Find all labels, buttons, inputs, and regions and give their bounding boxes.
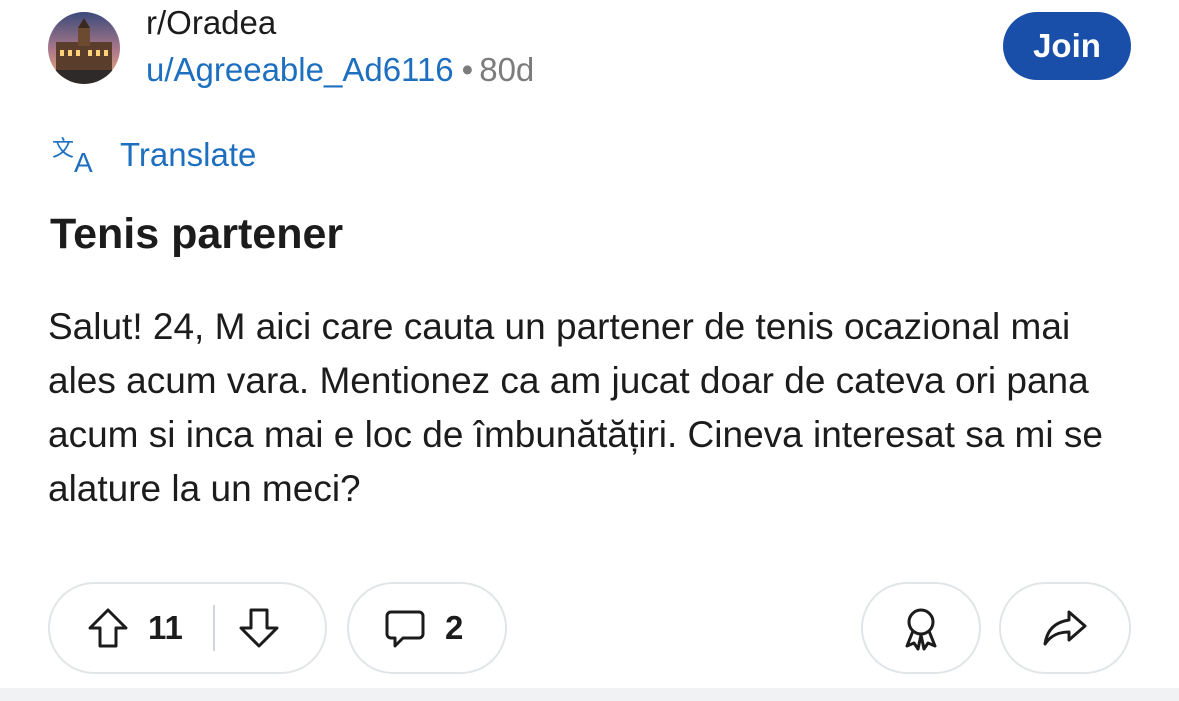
post-body: Salut! 24, M aici care cauta un partener…: [48, 306, 1103, 509]
vote-count: 11: [148, 609, 183, 646]
subreddit-name[interactable]: r/Oradea: [146, 3, 276, 43]
subreddit-avatar[interactable]: [48, 12, 120, 84]
author-link[interactable]: u/Agreeable_Ad6116: [146, 51, 454, 88]
join-button[interactable]: Join: [1003, 12, 1131, 80]
translate-label: Translate: [120, 136, 257, 173]
share-icon: [1041, 604, 1089, 652]
svg-text:文: 文: [52, 137, 74, 162]
comment-icon: [383, 606, 427, 650]
svg-text:A: A: [74, 147, 93, 176]
translate-icon: 文 A: [50, 134, 120, 176]
vote-bar: 11: [48, 582, 327, 674]
meta-separator: •: [461, 51, 474, 88]
award-icon: [897, 604, 945, 652]
comments-button[interactable]: 2: [347, 582, 507, 674]
post-title: Tenis partener: [50, 210, 344, 258]
comment-count: 2: [445, 609, 464, 646]
upvote-icon[interactable]: [86, 606, 130, 650]
translate-link[interactable]: 文 A Translate: [50, 134, 256, 176]
share-button[interactable]: [999, 582, 1131, 674]
feed-divider: [0, 688, 1179, 701]
post-meta: u/Agreeable_Ad6116 • 80d: [146, 50, 534, 90]
downvote-icon[interactable]: [237, 606, 281, 650]
post-card: r/Oradea u/Agreeable_Ad6116 • 80d Join 文 A…: [0, 0, 1179, 701]
award-button[interactable]: [861, 582, 981, 674]
post-age: 80d: [479, 51, 535, 88]
vote-divider: [212, 605, 215, 651]
